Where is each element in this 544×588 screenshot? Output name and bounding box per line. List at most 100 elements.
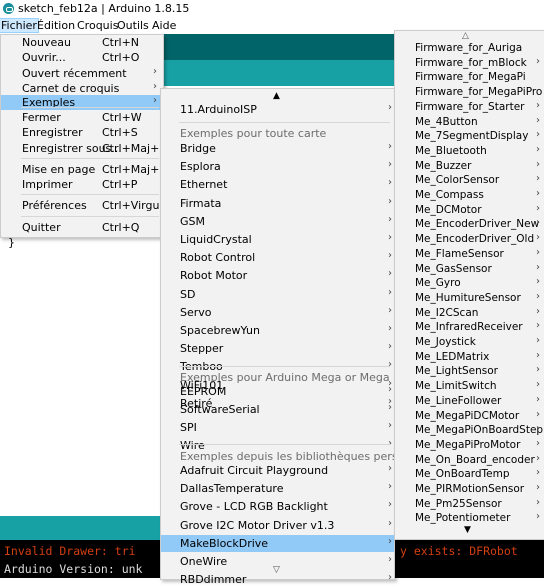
- makeblock-item-me-compass[interactable]: Me_Compass ›: [395, 188, 544, 203]
- makeblock-item-me-megapidcmotor[interactable]: Me_MegaPiDCMotor ›: [395, 409, 544, 424]
- menu-separator: [179, 366, 390, 367]
- menu-croquis[interactable]: Croquis: [76, 19, 119, 32]
- shortcut-label: Ctrl+Maj+P: [102, 163, 166, 176]
- menu-separator: [21, 216, 159, 217]
- menu-aide[interactable]: Aide: [151, 19, 177, 32]
- makeblock-item-me-pm25sensor[interactable]: Me_Pm25Sensor ›: [395, 497, 544, 512]
- scroll-down-icon[interactable]: ▼: [464, 525, 471, 535]
- menu-item-label: Me_DCMotor: [415, 203, 482, 216]
- makeblock-item-me-gyro[interactable]: Me_Gyro ›: [395, 276, 544, 291]
- makeblock-item-me-limitswitch[interactable]: Me_LimitSwitch ›: [395, 379, 544, 394]
- menu-item-label: Grove - LCD RGB Backlight: [180, 500, 328, 514]
- makeblock-item-firmware-for-megapipro[interactable]: Firmware_for_MegaPiPro: [395, 85, 544, 100]
- scroll-down-icon[interactable]: ▽: [273, 565, 280, 575]
- makeblock-item-me-encoderdriver-old[interactable]: Me_EncoderDriver_Old ›: [395, 232, 544, 247]
- file-menu-item-ouvrir[interactable]: Ouvrir... Ctrl+O: [1, 50, 163, 65]
- makeblock-item-me-on-board-encoder[interactable]: Me_On_Board_encoder ›: [395, 453, 544, 468]
- file-menu-item-enregistrer-sous[interactable]: Enregistrer sous... Ctrl+Maj+S: [1, 141, 166, 156]
- examples-item-softwareserial[interactable]: SoftwareSerial ›: [161, 401, 394, 418]
- menu-fichier[interactable]: Fichier: [0, 18, 39, 33]
- examples-item-11-arduinoisp[interactable]: 11.ArduinoISP ›: [161, 101, 394, 118]
- chevron-right-icon: ›: [536, 496, 540, 508]
- examples-item-firmata[interactable]: Firmata ›: [161, 195, 394, 212]
- menu-outils[interactable]: Outils: [116, 19, 150, 32]
- menu-item-label: DallasTemperature: [180, 482, 284, 496]
- makeblock-item-me-ledmatrix[interactable]: Me_LEDMatrix ›: [395, 350, 544, 365]
- makeblock-item-me-4button[interactable]: Me_4Button ›: [395, 115, 544, 130]
- makeblock-item-me-linefollower[interactable]: Me_LineFollower ›: [395, 394, 544, 409]
- chevron-right-icon: ›: [388, 286, 392, 298]
- makeblock-item-firmware-for-starter[interactable]: Firmware_for_Starter ›: [395, 100, 544, 115]
- makeblock-item-me-gassensor[interactable]: Me_GasSensor ›: [395, 262, 544, 277]
- examples-item-spi[interactable]: SPI ›: [161, 419, 394, 436]
- makeblock-item-firmware-for-mblock[interactable]: Firmware_for_mBlock ›: [395, 56, 544, 71]
- file-menu-item-carnet-de-croquis[interactable]: Carnet de croquis ›: [1, 81, 163, 96]
- examples-item-robot-motor[interactable]: Robot Motor ›: [161, 267, 394, 284]
- menu-item-label: Servo: [180, 305, 212, 319]
- chevron-right-icon: ›: [388, 250, 392, 262]
- makeblock-item-me-buzzer[interactable]: Me_Buzzer ›: [395, 159, 544, 174]
- menu-separator: [21, 107, 159, 108]
- file-menu-item-preferences[interactable]: Préférences Ctrl+Virgule: [1, 198, 169, 213]
- makeblock-item-me-colorsensor[interactable]: Me_ColorSensor ›: [395, 173, 544, 188]
- chevron-right-icon: ›: [536, 437, 540, 449]
- examples-item-grove-i2c-motor-driver-v1-3[interactable]: Grove I2C Motor Driver v1.3 ›: [161, 517, 394, 534]
- file-menu-item-fermer[interactable]: Fermer Ctrl+W: [1, 110, 163, 125]
- examples-item-sd[interactable]: SD ›: [161, 286, 394, 303]
- menu-edition[interactable]: Édition: [36, 19, 76, 32]
- chevron-right-icon: ›: [388, 323, 392, 334]
- examples-item-makeblockdrive[interactable]: MakeBlockDrive ›: [161, 534, 394, 552]
- makeblock-item-me-pirmotionsensor[interactable]: Me_PIRMotionSensor ›: [395, 482, 544, 497]
- examples-item-robot-control[interactable]: Robot Control ›: [161, 249, 394, 266]
- makeblock-item-firmware-for-megapi[interactable]: Firmware_for_MegaPi: [395, 70, 544, 85]
- file-menu-item-mise-en-page[interactable]: Mise en page Ctrl+Maj+P: [1, 162, 166, 177]
- scroll-up-icon[interactable]: ▲: [273, 91, 280, 101]
- examples-item-stepper[interactable]: Stepper ›: [161, 340, 394, 357]
- makeblock-item-me-lightsensor[interactable]: Me_LightSensor ›: [395, 364, 544, 379]
- makeblock-item-me-7segmentdisplay[interactable]: Me_7SegmentDisplay ›: [395, 129, 544, 144]
- makeblock-item-me-encoderdriver-new[interactable]: Me_EncoderDriver_New ›: [395, 217, 544, 232]
- examples-item-eeprom[interactable]: EEPROM ›: [161, 383, 394, 400]
- menu-item-label: Me_PIRMotionSensor: [415, 483, 525, 495]
- chevron-right-icon: ›: [388, 499, 392, 511]
- file-menu-item-enregistrer[interactable]: Enregistrer Ctrl+S: [1, 125, 163, 140]
- menu-item-label: Imprimer: [22, 178, 73, 191]
- file-menu-item-quitter[interactable]: Quitter Ctrl+Q: [1, 220, 163, 235]
- file-menu-item-ouvert-recemment[interactable]: Ouvert récemment ›: [1, 66, 163, 81]
- makeblock-item-me-bluetooth[interactable]: Me_Bluetooth ›: [395, 144, 544, 159]
- file-menu-item-imprimer[interactable]: Imprimer Ctrl+P: [1, 177, 163, 192]
- makeblock-item-me-flamesensor[interactable]: Me_FlameSensor ›: [395, 247, 544, 262]
- file-menu-item-nouveau[interactable]: Nouveau Ctrl+N: [1, 35, 163, 50]
- shortcut-label: Ctrl+O: [102, 51, 140, 64]
- makeblock-item-me-joystick[interactable]: Me_Joystick ›: [395, 335, 544, 350]
- makeblock-item-firmware-for-auriga[interactable]: Firmware_for_Auriga: [395, 41, 544, 56]
- examples-item-servo[interactable]: Servo ›: [161, 304, 394, 321]
- examples-item-esplora[interactable]: Esplora ›: [161, 158, 394, 175]
- makeblock-item-me-i2cscan[interactable]: Me_I2CScan ›: [395, 306, 544, 321]
- makeblock-item-me-infraredreceiver[interactable]: Me_InfraredReceiver ›: [395, 320, 544, 335]
- menu-item-label: Mise en page: [22, 163, 96, 176]
- examples-item-grove-lcd-rgb-backlight[interactable]: Grove - LCD RGB Backlight ›: [161, 498, 394, 515]
- window-title: sketch_feb12a | Arduino 1.8.15: [18, 2, 190, 15]
- makeblock-item-me-onboardtemp[interactable]: Me_OnBoardTemp ›: [395, 467, 544, 482]
- examples-item-ethernet[interactable]: Ethernet ›: [161, 176, 394, 193]
- examples-item-adafruit-circuit-playground[interactable]: Adafruit Circuit Playground ›: [161, 462, 394, 479]
- examples-item-bridge[interactable]: Bridge ›: [161, 140, 394, 157]
- chevron-right-icon: ›: [388, 341, 392, 353]
- chevron-right-icon: ›: [388, 463, 392, 474]
- makeblock-item-me-megapipromotor[interactable]: Me_MegaPiProMotor ›: [395, 438, 544, 453]
- makeblock-item-me-megapionboardstepper[interactable]: Me_MegaPiOnBoardStepper›: [395, 423, 544, 438]
- chevron-right-icon: ›: [388, 232, 392, 243]
- shortcut-label: Ctrl+S: [102, 126, 138, 139]
- makeblock-item-me-dcmotor[interactable]: Me_DCMotor ›: [395, 203, 544, 218]
- chevron-right-icon: ›: [388, 195, 392, 207]
- examples-item-dallastemperature[interactable]: DallasTemperature ›: [161, 480, 394, 497]
- menu-item-label: Me_LEDMatrix: [415, 350, 490, 363]
- examples-item-liquidcrystal[interactable]: LiquidCrystal ›: [161, 231, 394, 248]
- examples-item-gsm[interactable]: GSM ›: [161, 213, 394, 230]
- examples-item-spacebrewyun[interactable]: SpacebrewYun ›: [161, 322, 394, 339]
- scroll-up-icon[interactable]: △: [462, 31, 469, 41]
- chevron-right-icon: ›: [153, 95, 157, 106]
- makeblock-item-me-humituresensor[interactable]: Me_HumitureSensor ›: [395, 291, 544, 306]
- menu-item-label: Me_LineFollower: [415, 394, 502, 407]
